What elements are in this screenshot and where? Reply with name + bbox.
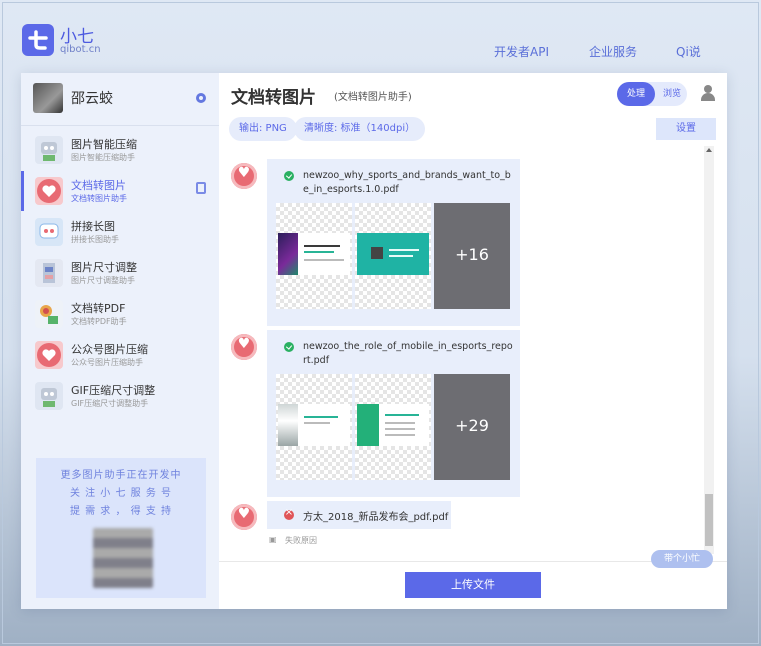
sidebar-item-label: 拼接长图: [71, 220, 115, 233]
page-subtitle: (文档转图片助手): [334, 92, 412, 103]
error-mark-icon: ▣: [269, 535, 277, 544]
upload-button[interactable]: 上传文件: [405, 572, 541, 598]
more-pages-thumbnail[interactable]: +16: [434, 203, 510, 309]
more-pages-count: +16: [455, 245, 489, 264]
file-name: 方太_2018_新品发布会_pdf.pdf: [303, 512, 449, 523]
sidebar-item-label: 图片尺寸调整: [71, 261, 137, 274]
user-name: 邵云蛟: [71, 91, 113, 107]
heart-icon: [231, 504, 257, 530]
toggle-browse[interactable]: 浏览: [659, 82, 685, 106]
sidebar-item-label: 公众号图片压缩: [71, 343, 148, 356]
list-item: newzoo_the_role_of_mobile_in_esports_rep…: [267, 330, 520, 497]
robot-icon: [35, 136, 63, 164]
sidebar-item-doc-to-pdf[interactable]: 文档转PDF 文档转PDF助手: [21, 294, 219, 334]
scrollbar[interactable]: [704, 146, 714, 554]
heart-icon: [231, 163, 257, 189]
error-icon: [284, 507, 294, 520]
user-profile[interactable]: 邵云蛟: [33, 83, 113, 113]
sidebar-item-stitch-long[interactable]: 拼接长图 拼接长图助手: [21, 212, 219, 252]
output-format-chip[interactable]: 输出: PNG: [229, 117, 297, 141]
promo-text: 更多图片助手正在开发中: [60, 470, 182, 481]
sidebar-item-label: 文档转图片: [71, 179, 126, 192]
nav-enterprise-service[interactable]: 企业服务: [589, 43, 637, 60]
heart-icon: [35, 341, 63, 369]
slide-preview: [357, 233, 429, 275]
file-name: newzoo_the_role_of_mobile_in_esports_rep…: [303, 341, 513, 366]
slide-preview: [357, 404, 429, 446]
file-name: newzoo_why_sports_and_brands_want_to_be_…: [303, 170, 511, 195]
page-thumbnail[interactable]: [276, 203, 352, 309]
avatar: [33, 83, 63, 113]
sidebar-item-sublabel: 图片智能压缩助手: [71, 153, 135, 162]
robot-icon: [35, 300, 63, 328]
success-icon: [284, 171, 294, 181]
list-item: newzoo_why_sports_and_brands_want_to_be_…: [267, 159, 520, 326]
qr-code: [93, 528, 153, 588]
help-button[interactable]: 带个小忙: [651, 550, 713, 568]
sidebar-item-sublabel: 拼接长图助手: [71, 235, 119, 244]
robot-icon: [35, 382, 63, 410]
error-reason: 失败原因: [285, 536, 317, 545]
qibot-logo-icon[interactable]: [22, 24, 54, 56]
slide-preview: [278, 233, 350, 275]
nav-developer-api[interactable]: 开发者API: [494, 43, 549, 60]
heart-icon: [35, 177, 63, 205]
divider: [21, 125, 219, 126]
promo-panel: 更多图片助手正在开发中 关 注 小 七 服 务 号 提 需 求 ， 得 支 持: [36, 458, 206, 598]
sidebar-item-image-compress[interactable]: 图片智能压缩 图片智能压缩助手: [21, 130, 219, 170]
more-pages-thumbnail[interactable]: +29: [434, 374, 510, 480]
sidebar-item-sublabel: 公众号图片压缩助手: [71, 358, 143, 367]
sidebar-item-doc-to-image[interactable]: 文档转图片 文档转图片助手: [21, 171, 219, 211]
quality-chip[interactable]: 清晰度: 标准（140dpi）: [294, 117, 426, 141]
app-card: 邵云蛟 图片智能压缩 图片智能压缩助手 文档转图片 文档转图片助手 拼接长图 拼…: [21, 73, 727, 609]
sidebar-item-sublabel: 文档转图片助手: [71, 194, 127, 203]
page-thumbnail[interactable]: [355, 203, 431, 309]
message-list[interactable]: newzoo_why_sports_and_brands_want_to_be_…: [219, 145, 727, 555]
sidebar-item-label: GIF压缩尺寸调整: [71, 384, 156, 397]
sidebar-item-sublabel: 图片尺寸调整助手: [71, 276, 135, 285]
page-title: 文档转图片: [231, 88, 316, 108]
slide-preview: [278, 404, 350, 446]
user-icon[interactable]: [701, 85, 715, 101]
copy-icon[interactable]: [196, 182, 206, 194]
promo-text: 关 注 小 七 服 务 号: [69, 488, 173, 499]
settings-button[interactable]: 设置: [656, 118, 716, 140]
logo-subtitle: qibot.cn: [60, 44, 101, 55]
sidebar: 邵云蛟 图片智能压缩 图片智能压缩助手 文档转图片 文档转图片助手 拼接长图 拼…: [21, 73, 219, 609]
promo-text: 提 需 求 ， 得 支 持: [69, 506, 173, 517]
sidebar-item-gif-compress[interactable]: GIF压缩尺寸调整 GIF压缩尺寸调整助手: [21, 376, 219, 416]
scroll-up-icon[interactable]: [706, 148, 712, 152]
robot-icon: [35, 259, 63, 287]
scroll-thumb[interactable]: [705, 494, 713, 546]
more-pages-count: +29: [455, 416, 489, 435]
sidebar-item-resize[interactable]: 图片尺寸调整 图片尺寸调整助手: [21, 253, 219, 293]
nav-qi-blog[interactable]: Qi说: [676, 43, 701, 60]
sidebar-item-label: 文档转PDF: [71, 302, 126, 315]
gear-icon[interactable]: [196, 93, 206, 103]
page-thumbnail[interactable]: [276, 374, 352, 480]
toggle-process[interactable]: 处理: [617, 82, 655, 106]
success-icon: [284, 342, 294, 352]
main-panel: 文档转图片 (文档转图片助手) 处理 浏览 输出: PNG 清晰度: 标准（14…: [219, 73, 727, 609]
mode-toggle[interactable]: 处理 浏览: [617, 82, 687, 106]
sidebar-item-label: 图片智能压缩: [71, 138, 137, 151]
sidebar-item-sublabel: GIF压缩尺寸调整助手: [71, 399, 149, 408]
sidebar-item-sublabel: 文档转PDF助手: [71, 317, 127, 326]
sidebar-item-wechat-compress[interactable]: 公众号图片压缩 公众号图片压缩助手: [21, 335, 219, 375]
heart-icon: [231, 334, 257, 360]
page-thumbnail[interactable]: [355, 374, 431, 480]
robot-icon: [35, 218, 63, 246]
list-item: 方太_2018_新品发布会_pdf.pdf: [267, 501, 451, 529]
